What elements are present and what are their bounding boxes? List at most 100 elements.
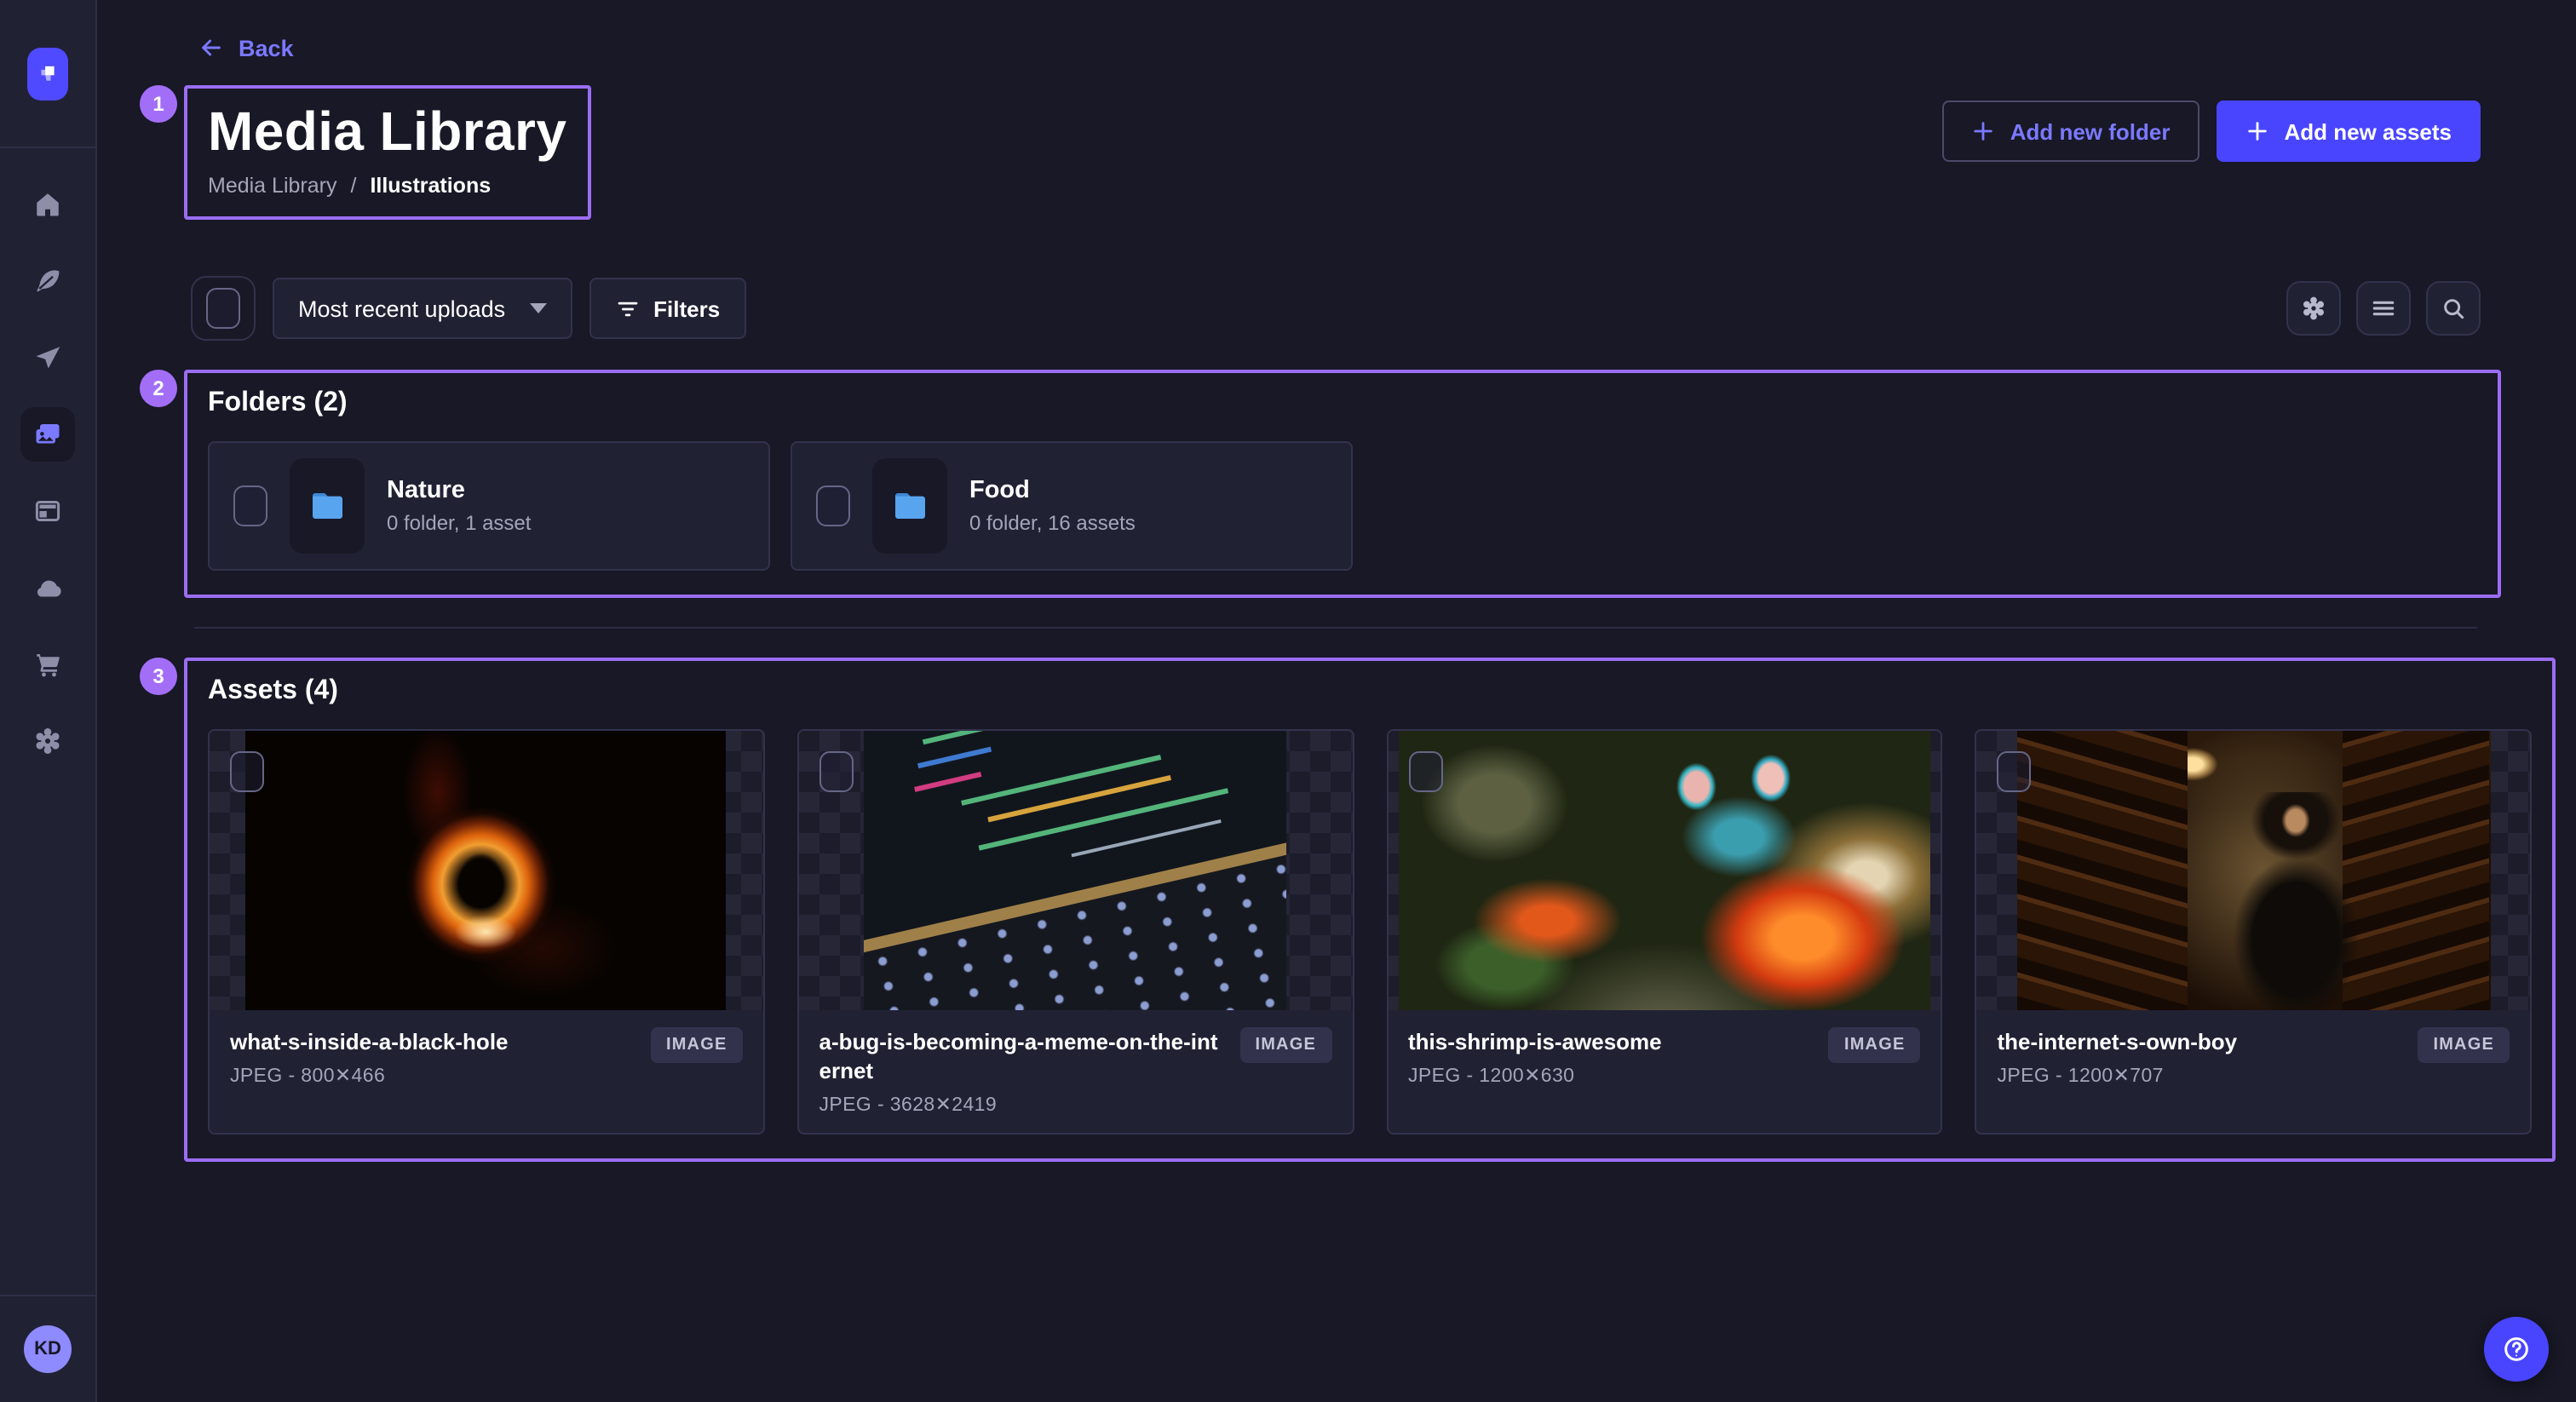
- folder-name: Nature: [387, 477, 531, 504]
- asset-image-black-hole: [246, 731, 727, 1010]
- asset-thumbnail[interactable]: [799, 731, 1353, 1010]
- sidebar-item-marketplace[interactable]: [20, 637, 75, 692]
- user-avatar[interactable]: KD: [24, 1325, 72, 1373]
- art-layer: [2225, 792, 2367, 1010]
- sidebar-item-content-manager[interactable]: [20, 484, 75, 538]
- media-library-icon: [32, 419, 63, 450]
- main-content: Back 1 Media Library Media Library / Ill…: [95, 0, 2576, 1402]
- asset-image-library: [2016, 731, 2490, 1010]
- asset-card-bug-meme[interactable]: a-bug-is-becoming-a-meme-on-the-internet…: [797, 729, 1354, 1135]
- sidebar-item-media-library[interactable]: [20, 407, 75, 462]
- sidebar: KD: [0, 0, 97, 1402]
- header-row: 1 Media Library Media Library / Illustra…: [191, 85, 2481, 220]
- view-settings-button[interactable]: [2286, 281, 2341, 336]
- asset-thumbnail[interactable]: [1388, 731, 1941, 1010]
- sidebar-item-home[interactable]: [20, 177, 75, 232]
- breadcrumb-parent[interactable]: Media Library: [208, 174, 336, 198]
- sidebar-item-releases[interactable]: [20, 330, 75, 385]
- back-label: Back: [239, 35, 294, 60]
- asset-type-badge: IMAGE: [651, 1027, 743, 1063]
- filters-button[interactable]: Filters: [589, 278, 745, 339]
- toolbar-left: Most recent uploads Filters: [191, 276, 745, 341]
- chevron-down-icon: [529, 303, 546, 313]
- breadcrumb-current: Illustrations: [370, 174, 491, 198]
- sidebar-item-settings[interactable]: [20, 714, 75, 768]
- annotation-box-3: 3 Assets (4) what-s-inside-a-black-hole …: [184, 658, 2556, 1162]
- home-icon: [32, 189, 63, 220]
- folder-card-food[interactable]: Food 0 folder, 16 assets: [791, 441, 1353, 571]
- app-logo-button[interactable]: [27, 47, 68, 100]
- asset-footer: a-bug-is-becoming-a-meme-on-the-internet…: [799, 1010, 1353, 1133]
- asset-texts: the-internet-s-own-boy JPEG - 1200✕707: [1998, 1027, 2405, 1087]
- list-view-button[interactable]: [2356, 281, 2411, 336]
- folder-checkbox[interactable]: [816, 486, 850, 526]
- asset-thumbnail[interactable]: [210, 731, 763, 1010]
- art-layer: [864, 731, 1286, 1010]
- asset-type-badge: IMAGE: [1829, 1027, 1921, 1063]
- asset-thumbnail[interactable]: [1977, 731, 2531, 1010]
- breadcrumb: Media Library / Illustrations: [208, 174, 566, 198]
- folder-texts: Food 0 folder, 16 assets: [969, 477, 1136, 535]
- asset-checkbox[interactable]: [230, 751, 264, 792]
- asset-card-shrimp[interactable]: this-shrimp-is-awesome JPEG - 1200✕630 I…: [1386, 729, 1943, 1135]
- select-all-checkbox-container[interactable]: [191, 276, 256, 341]
- search-icon: [2440, 295, 2467, 322]
- folders-heading: Folders (2): [208, 388, 2477, 419]
- shopping-cart-icon: [32, 649, 63, 680]
- app: KD Back 1 Media Library Media Library / …: [0, 0, 2576, 1402]
- strapi-logo-icon: [36, 61, 60, 85]
- section-divider: [194, 627, 2477, 629]
- asset-checkbox[interactable]: [1408, 751, 1442, 792]
- sidebar-item-content[interactable]: [20, 254, 75, 308]
- folder-icon: [889, 486, 930, 526]
- folder-texts: Nature 0 folder, 1 asset: [387, 477, 531, 535]
- asset-type-badge: IMAGE: [2418, 1027, 2510, 1063]
- asset-name: this-shrimp-is-awesome: [1408, 1027, 1815, 1056]
- assets-heading: Assets (4): [208, 676, 2532, 707]
- asset-type-badge: IMAGE: [1239, 1027, 1331, 1063]
- back-link[interactable]: Back: [198, 34, 294, 61]
- help-button[interactable]: [2484, 1317, 2549, 1382]
- folder-icon-box: [872, 458, 947, 554]
- annotation-marker-1: 1: [140, 85, 177, 123]
- plus-icon: [2245, 119, 2268, 143]
- feather-icon: [32, 266, 63, 296]
- sidebar-user-area: KD: [0, 1295, 95, 1402]
- annotation-marker-3: 3: [140, 658, 177, 695]
- asset-checkbox[interactable]: [1998, 751, 2032, 792]
- gear-icon: [2300, 295, 2327, 322]
- asset-texts: what-s-inside-a-black-hole JPEG - 800✕46…: [230, 1027, 637, 1087]
- sort-dropdown[interactable]: Most recent uploads: [273, 278, 572, 339]
- select-all-checkbox[interactable]: [206, 288, 240, 329]
- assets-list: what-s-inside-a-black-hole JPEG - 800✕46…: [208, 729, 2532, 1135]
- add-new-assets-button[interactable]: Add new assets: [2216, 101, 2481, 162]
- search-button[interactable]: [2426, 281, 2481, 336]
- folder-name: Food: [969, 477, 1136, 504]
- folder-icon-box: [290, 458, 365, 554]
- gear-icon: [32, 726, 63, 756]
- asset-card-black-hole[interactable]: what-s-inside-a-black-hole JPEG - 800✕46…: [208, 729, 765, 1135]
- art-layer: [2016, 731, 2187, 1010]
- sort-value: Most recent uploads: [298, 296, 505, 321]
- asset-footer: this-shrimp-is-awesome JPEG - 1200✕630 I…: [1388, 1010, 1941, 1133]
- filter-icon: [614, 296, 640, 321]
- toolbar: Most recent uploads Filters: [191, 276, 2481, 341]
- asset-card-internets-own-boy[interactable]: the-internet-s-own-boy JPEG - 1200✕707 I…: [1975, 729, 2533, 1135]
- plus-icon: [1971, 119, 1995, 143]
- asset-footer: what-s-inside-a-black-hole JPEG - 800✕46…: [210, 1010, 763, 1133]
- folder-card-nature[interactable]: Nature 0 folder, 1 asset: [208, 441, 770, 571]
- breadcrumb-separator: /: [350, 174, 356, 198]
- add-new-assets-label: Add new assets: [2284, 118, 2452, 144]
- annotation-marker-2: 2: [140, 370, 177, 407]
- asset-checkbox[interactable]: [819, 751, 854, 792]
- asset-meta: JPEG - 800✕466: [230, 1063, 637, 1087]
- folder-icon: [307, 486, 348, 526]
- add-new-folder-button[interactable]: Add new folder: [1942, 101, 2199, 162]
- folder-checkbox[interactable]: [233, 486, 267, 526]
- paper-plane-icon: [32, 342, 63, 373]
- asset-name: what-s-inside-a-black-hole: [230, 1027, 637, 1056]
- asset-image-shrimp: [1399, 731, 1930, 1010]
- asset-footer: the-internet-s-own-boy JPEG - 1200✕707 I…: [1977, 1010, 2531, 1133]
- sidebar-item-deploy[interactable]: [20, 560, 75, 615]
- asset-texts: this-shrimp-is-awesome JPEG - 1200✕630: [1408, 1027, 1815, 1087]
